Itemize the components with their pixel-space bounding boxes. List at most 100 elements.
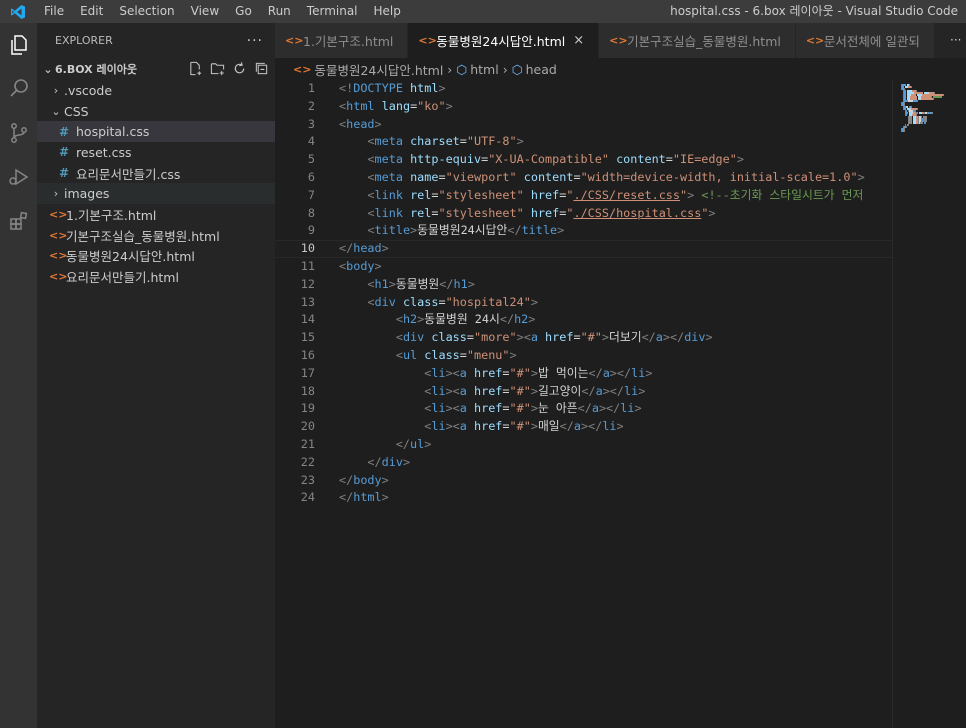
tree-file[interactable]: <> 1.기본구조.html xyxy=(37,204,275,225)
tree-file[interactable]: <> 요리문서만들기.html xyxy=(37,266,275,287)
code-line[interactable]: 5 <meta http-equiv = "X-UA-Compatible" con… xyxy=(275,151,892,169)
minimap[interactable] xyxy=(892,80,966,728)
editor-tab[interactable]: <> 문서전체에 일관되 xyxy=(795,23,935,58)
tree-folder[interactable]: ⌄ CSS xyxy=(37,101,275,122)
code-token: > xyxy=(381,490,389,505)
code-token: html xyxy=(410,81,439,95)
code-token: </ xyxy=(339,490,354,505)
code-text: <li><a href="#">길고양이</a></li> xyxy=(339,383,645,401)
code-line[interactable]: 1 <!DOCTYPE html> xyxy=(275,80,892,98)
editor-tab[interactable]: <> 동물병원24시답안.html × xyxy=(408,23,600,58)
code-line[interactable]: 10 </head> xyxy=(275,240,892,258)
code-token: </ xyxy=(588,365,603,380)
code-line[interactable]: 15 <div class="more"><a href="#">더보기</a>… xyxy=(275,329,892,347)
tree-file[interactable]: <> 동물병원24시답안.html xyxy=(37,246,275,267)
breadcrumb-separator-icon: › xyxy=(502,61,508,77)
code-text: </ul> xyxy=(339,436,432,454)
code-token: = xyxy=(466,330,474,345)
tree-item-label: reset.css xyxy=(76,144,132,160)
code-line[interactable]: 7 <link rel="stylesheet" href="./CSS/res… xyxy=(275,187,892,205)
menu-help[interactable]: Help xyxy=(366,0,409,23)
code-line[interactable]: 20 <li><a href="#">매일</a></li> xyxy=(275,418,892,436)
tree-folder[interactable]: › .vscode xyxy=(37,80,275,101)
code-line[interactable]: 17 <li><a href="#">밥 먹이는</a></li> xyxy=(275,365,892,383)
source-control-icon[interactable] xyxy=(0,111,37,155)
code-token: > xyxy=(645,365,653,380)
breadcrumb-item-html[interactable]: html xyxy=(470,62,498,77)
code-token: 눈 아픈 xyxy=(537,401,578,416)
code-token: </ xyxy=(507,223,522,238)
run-debug-icon[interactable] xyxy=(0,155,37,199)
editor-tab[interactable]: <> 기본구조실습_동물병원.html xyxy=(599,23,796,58)
code-token: li xyxy=(431,383,446,398)
menu-view[interactable]: View xyxy=(183,0,227,23)
code-line[interactable]: 18 <li><a href="#">길고양이</a></li> xyxy=(275,383,892,401)
menu-terminal[interactable]: Terminal xyxy=(299,0,366,23)
refresh-icon[interactable] xyxy=(232,61,247,79)
code-line[interactable]: 12 <h1>동물병원</h1> xyxy=(275,276,892,294)
code-token: h2 xyxy=(514,312,529,327)
line-number: 18 xyxy=(300,383,315,398)
code-editor[interactable]: 1 <!DOCTYPE html> 2 <html lang="ko"> 3 <head>… xyxy=(275,80,892,728)
menu-run[interactable]: Run xyxy=(260,0,299,23)
code-line[interactable]: 6 <meta name="viewport" content="width=d… xyxy=(275,169,892,187)
code-line[interactable]: 4 <meta charset="UTF-8"> xyxy=(275,133,892,151)
minimap-line xyxy=(925,120,927,122)
close-icon[interactable]: × xyxy=(573,33,584,48)
code-line[interactable]: 24 </html> xyxy=(275,489,892,507)
code-line[interactable]: 13 <div class="hospital24"> xyxy=(275,294,892,312)
code-line[interactable]: 19 <li><a href="#">눈 아픈</a></li> xyxy=(275,400,892,418)
editor-tab[interactable]: <> 1.기본구조.html xyxy=(275,23,409,58)
breadcrumb-file[interactable]: 동물병원24시답안.html xyxy=(314,60,443,79)
code-text: </html> xyxy=(339,489,389,507)
tree-file[interactable]: # reset.css xyxy=(37,142,275,163)
html-file-icon: <> xyxy=(49,207,68,221)
code-token: h1 xyxy=(453,276,468,291)
minimap-line xyxy=(910,122,912,124)
code-token: charset xyxy=(410,134,460,149)
code-line[interactable]: 16 <ul class="menu"> xyxy=(275,347,892,365)
tree-file[interactable]: # hospital.css xyxy=(37,121,275,143)
menu-go[interactable]: Go xyxy=(227,0,260,23)
code-line[interactable]: 14 <h2>동물병원 24시</h2> xyxy=(275,311,892,329)
explorer-icon[interactable] xyxy=(0,23,37,67)
code-text: <ul class="menu"> xyxy=(339,347,517,365)
menu-file[interactable]: File xyxy=(36,0,72,23)
root-folder[interactable]: ⌄ 6.BOX 레이아웃 xyxy=(37,58,275,80)
tree-file[interactable]: # 요리문서만들기.css xyxy=(37,163,275,184)
extensions-icon[interactable] xyxy=(0,199,37,243)
minimap-line xyxy=(943,94,945,96)
new-file-icon[interactable] xyxy=(188,61,203,79)
code-token: a xyxy=(655,330,663,345)
code-text: <meta name="viewport" content="width=dev… xyxy=(339,169,864,187)
menu-selection[interactable]: Selection xyxy=(111,0,182,23)
tree-file[interactable]: <> 기본구조실습_동물병원.html xyxy=(37,225,275,246)
search-icon[interactable] xyxy=(0,67,37,111)
tree-item-label: 요리문서만들기.css xyxy=(76,166,181,182)
code-line[interactable]: 8 <link rel="stylesheet" href="./CSS/hos… xyxy=(275,205,892,223)
new-folder-icon[interactable] xyxy=(210,61,225,79)
code-line[interactable]: 21 </ul> xyxy=(275,436,892,454)
minimap-line xyxy=(932,112,934,114)
code-line[interactable]: 9 <title>동물병원24시답안</title> xyxy=(275,222,892,240)
code-line[interactable]: 3 <head> xyxy=(275,116,892,134)
root-folder-label: 6.BOX 레이아웃 xyxy=(55,63,137,76)
code-line[interactable]: 23 </body> xyxy=(275,472,892,490)
explorer-more-button[interactable]: ··· xyxy=(247,33,263,49)
code-line[interactable]: 11 <body> xyxy=(275,258,892,276)
code-line[interactable]: 2 <html lang="ko"> xyxy=(275,98,892,116)
code-token: < xyxy=(367,152,375,167)
breadcrumb-item-head[interactable]: head xyxy=(526,62,557,77)
code-token: > xyxy=(708,205,716,220)
code-token: > xyxy=(530,294,538,309)
collapse-all-icon[interactable] xyxy=(254,61,269,79)
tree-folder[interactable]: › images xyxy=(37,183,275,205)
code-token: > xyxy=(509,347,517,362)
menu-edit[interactable]: Edit xyxy=(72,0,111,23)
tabs-more-button[interactable]: ··· xyxy=(946,23,966,58)
code-line[interactable]: 22 </div> xyxy=(275,454,892,472)
